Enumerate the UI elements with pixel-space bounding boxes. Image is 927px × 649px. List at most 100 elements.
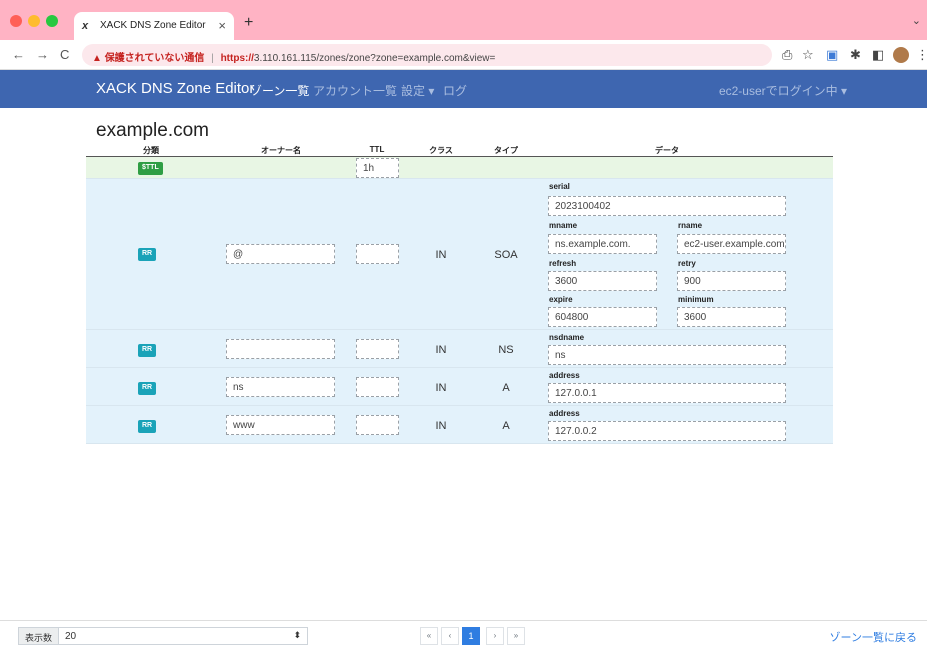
minimize-window-button[interactable] bbox=[28, 15, 40, 27]
address-label: address bbox=[549, 371, 580, 380]
header-data: データ bbox=[655, 146, 679, 155]
zoom-window-button[interactable] bbox=[46, 15, 58, 27]
zone-records-table: 分類 オーナー名 TTL クラス タイプ データ $TTL 1h RR @ IN… bbox=[86, 145, 833, 444]
table-row-ttl: $TTL 1h bbox=[86, 157, 833, 179]
browser-tab-bar: x XACK DNS Zone Editor × + ⌄ bbox=[0, 0, 927, 40]
class-cell: IN bbox=[435, 420, 447, 432]
nsdname-input[interactable]: ns bbox=[548, 345, 786, 365]
back-to-zone-list-link[interactable]: ゾーン一覧に戻る bbox=[830, 629, 917, 645]
refresh-input[interactable]: 3600 bbox=[548, 271, 657, 291]
table-row: RR www IN A address 127.0.0.2 bbox=[86, 406, 833, 444]
ttl-input[interactable] bbox=[356, 377, 399, 397]
page-1-button[interactable]: 1 bbox=[462, 627, 480, 645]
type-cell: A bbox=[502, 382, 510, 394]
first-page-button[interactable]: « bbox=[420, 627, 438, 645]
insecure-warning-label: 保護されていない通信 bbox=[104, 53, 205, 64]
owner-input[interactable] bbox=[226, 339, 335, 359]
url-scheme: https:// bbox=[220, 53, 254, 64]
extension-icon[interactable]: ▣ bbox=[826, 47, 838, 63]
page-size-value: 20 bbox=[65, 631, 77, 642]
forward-arrow-icon[interactable]: → bbox=[36, 47, 49, 62]
ttl-input[interactable] bbox=[356, 415, 399, 435]
footer-bar: 表示数 20 ⬍ « ‹ 1 › » ゾーン一覧に戻る bbox=[0, 620, 927, 649]
rr-badge: RR bbox=[138, 248, 157, 261]
select-arrows-icon: ⬍ bbox=[293, 630, 301, 640]
rname-input[interactable]: ec2-user.example.com bbox=[677, 234, 786, 254]
tab-search-chevron-icon[interactable]: ⌄ bbox=[912, 14, 921, 27]
page-size-label: 表示数 bbox=[18, 627, 60, 645]
brand-link[interactable]: XACK DNS Zone Editor bbox=[96, 80, 254, 97]
table-header: 分類 オーナー名 TTL クラス タイプ データ bbox=[86, 145, 833, 157]
retry-input[interactable]: 900 bbox=[677, 271, 786, 291]
header-owner: オーナー名 bbox=[261, 146, 301, 155]
browser-menu-icon[interactable]: ⋮ bbox=[916, 47, 927, 63]
page-size-select[interactable]: 20 ⬍ bbox=[58, 627, 308, 645]
rr-badge: RR bbox=[138, 382, 157, 395]
address-input[interactable]: 127.0.0.1 bbox=[548, 383, 786, 403]
address-input[interactable]: 127.0.0.2 bbox=[548, 421, 786, 441]
retry-label: retry bbox=[678, 259, 696, 268]
table-row: RR IN NS nsdname ns bbox=[86, 330, 833, 368]
rr-badge: RR bbox=[138, 344, 157, 357]
tab-title: XACK DNS Zone Editor bbox=[100, 20, 206, 31]
serial-label: serial bbox=[549, 182, 570, 191]
expire-input[interactable]: 604800 bbox=[548, 307, 657, 327]
user-menu-dropdown[interactable]: ec2-userでログイン中 ▾ bbox=[719, 82, 847, 99]
owner-input[interactable]: ns bbox=[226, 377, 335, 397]
new-tab-icon[interactable]: + bbox=[244, 14, 253, 32]
ttl-input[interactable] bbox=[356, 339, 399, 359]
tab-close-icon[interactable]: × bbox=[218, 18, 226, 33]
prev-page-button[interactable]: ‹ bbox=[441, 627, 459, 645]
header-category: 分類 bbox=[143, 146, 159, 155]
browser-tab[interactable]: x XACK DNS Zone Editor × bbox=[74, 12, 234, 40]
expire-label: expire bbox=[549, 295, 573, 304]
url-path: 3.110.161.115/zones/zone?zone=example.co… bbox=[253, 53, 496, 64]
serial-input[interactable]: 2023100402 bbox=[548, 196, 786, 216]
page-title: example.com bbox=[96, 120, 209, 141]
app-navbar: XACK DNS Zone Editor ゾーン一覧 アカウント一覧 設定 ▾ … bbox=[0, 70, 927, 108]
owner-input[interactable]: www bbox=[226, 415, 335, 435]
omnibox-divider: | bbox=[211, 53, 214, 64]
type-cell: A bbox=[502, 420, 510, 432]
nav-account-list[interactable]: アカウント一覧 bbox=[313, 82, 397, 99]
favicon-icon: x bbox=[82, 20, 89, 32]
reload-icon[interactable]: C bbox=[60, 47, 69, 62]
type-cell: SOA bbox=[494, 249, 518, 261]
nav-log[interactable]: ログ bbox=[443, 82, 467, 99]
mname-label: mname bbox=[549, 221, 578, 230]
ttl-input[interactable] bbox=[356, 244, 399, 264]
class-cell: IN bbox=[435, 344, 447, 356]
side-panel-icon[interactable]: ◧ bbox=[872, 47, 884, 63]
refresh-label: refresh bbox=[549, 259, 577, 268]
ttl-badge: $TTL bbox=[138, 162, 163, 175]
class-cell: IN bbox=[435, 382, 447, 394]
ttl-default-input[interactable]: 1h bbox=[356, 158, 399, 178]
type-cell: NS bbox=[498, 344, 514, 356]
minimum-input[interactable]: 3600 bbox=[677, 307, 786, 327]
owner-input[interactable]: @ bbox=[226, 244, 335, 264]
next-page-button[interactable]: › bbox=[486, 627, 504, 645]
profile-avatar[interactable] bbox=[893, 47, 909, 63]
nsdname-label: nsdname bbox=[549, 333, 585, 342]
back-arrow-icon[interactable]: ← bbox=[12, 47, 25, 62]
mname-input[interactable]: ns.example.com. bbox=[548, 234, 657, 254]
nav-settings-dropdown[interactable]: 設定 ▾ bbox=[401, 82, 434, 99]
header-class: クラス bbox=[429, 146, 453, 155]
share-icon[interactable]: ⎙ bbox=[782, 47, 792, 63]
puzzle-icon[interactable]: ✱ bbox=[850, 47, 861, 63]
rname-label: rname bbox=[678, 221, 703, 230]
minimum-label: minimum bbox=[678, 295, 714, 304]
url-input[interactable]: ▲ 保護されていない通信 | https://3.110.161.115/zon… bbox=[82, 44, 772, 66]
bookmark-star-icon[interactable]: ☆ bbox=[802, 47, 814, 63]
nav-zone-list[interactable]: ゾーン一覧 bbox=[250, 82, 309, 99]
header-ttl: TTL bbox=[369, 145, 385, 154]
rr-badge: RR bbox=[138, 420, 157, 433]
last-page-button[interactable]: » bbox=[507, 627, 525, 645]
table-row: RR ns IN A address 127.0.0.1 bbox=[86, 368, 833, 406]
table-row: RR @ IN SOA serial 2023100402 mname ns.e… bbox=[86, 179, 833, 330]
window-controls bbox=[10, 14, 64, 32]
header-type: タイプ bbox=[494, 146, 518, 155]
close-window-button[interactable] bbox=[10, 15, 22, 27]
address-label: address bbox=[549, 409, 580, 418]
class-cell: IN bbox=[435, 249, 447, 261]
